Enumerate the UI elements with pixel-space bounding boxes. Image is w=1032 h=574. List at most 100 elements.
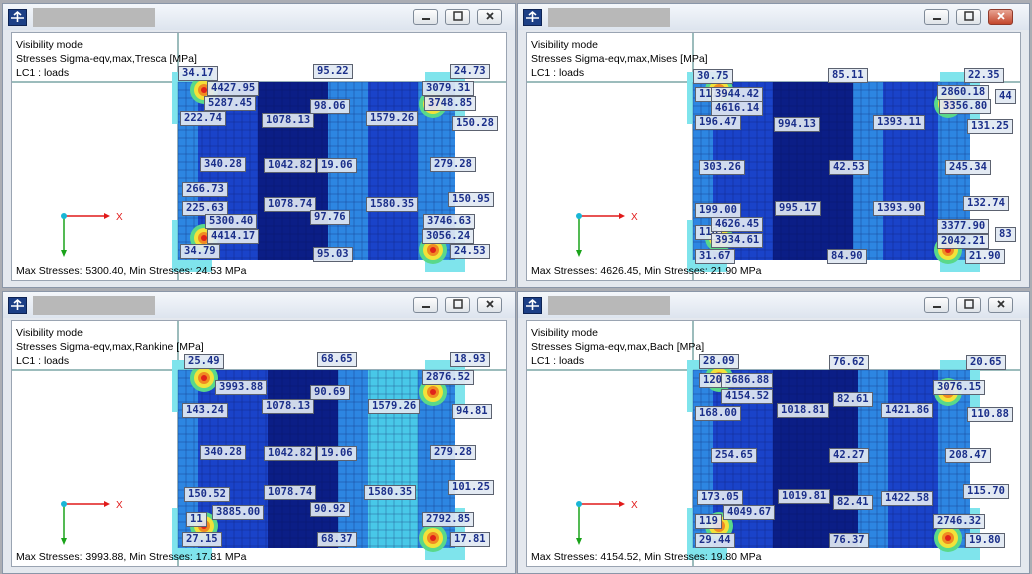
stress-value-label: 101.25: [448, 480, 494, 495]
x-axis-arrowhead: [619, 213, 625, 219]
stress-value-label: 68.37: [317, 532, 357, 547]
minimize-button[interactable]: [924, 297, 949, 313]
window-title-redacted: [33, 296, 155, 315]
title-bar[interactable]: [518, 292, 1029, 318]
stress-value-label: 150.52: [184, 487, 230, 502]
x-axis-label: X: [116, 500, 123, 511]
stress-value-label: 1580.35: [366, 197, 419, 212]
stress-value-label: 82.61: [833, 392, 873, 407]
stress-value-label: 24.73: [450, 64, 490, 79]
stress-value-label: 1078.13: [262, 113, 315, 128]
window-bach[interactable]: X Visibility mode Stresses Sigma-eqv,max…: [517, 291, 1030, 574]
origin-marker: [61, 501, 67, 507]
info-load-case: LC1 : loads: [16, 355, 70, 367]
title-bar[interactable]: [3, 292, 515, 318]
stress-value-label: 3076.15: [933, 380, 986, 395]
y-axis-arrowhead: [576, 250, 582, 257]
stress-value-label: 245.34: [945, 160, 991, 175]
stress-value-label: 4049.67: [723, 505, 776, 520]
info-load-case: LC1 : loads: [16, 67, 70, 79]
info-visibility-mode: Visibility mode: [16, 39, 83, 51]
minimize-icon: [421, 18, 430, 20]
origin-marker: [61, 213, 67, 219]
close-button[interactable]: [477, 9, 502, 25]
x-axis-label: X: [631, 212, 638, 223]
stress-value-label: 2860.18: [937, 85, 990, 100]
stress-value-label: 22.35: [964, 68, 1004, 83]
info-visibility-mode: Visibility mode: [16, 327, 83, 339]
stress-value-label: 34.79: [180, 244, 220, 259]
status-max-min-stresses: Max Stresses: 4154.52, Min Stresses: 19.…: [531, 551, 762, 563]
minimize-button[interactable]: [413, 9, 438, 25]
stress-value-label: 68.65: [317, 352, 357, 367]
stress-value-label: 11: [186, 512, 207, 527]
close-button[interactable]: [988, 9, 1013, 25]
stress-value-label: 132.74: [963, 196, 1009, 211]
stress-value-label: 196.47: [695, 115, 741, 130]
viewport[interactable]: X Visibility mode Stresses Sigma-eqv,max…: [526, 32, 1021, 281]
viewport[interactable]: X Visibility mode Stresses Sigma-eqv,max…: [11, 320, 507, 567]
info-load-case: LC1 : loads: [531, 355, 585, 367]
maximize-button[interactable]: [445, 297, 470, 313]
contour-band: [883, 82, 938, 260]
stress-value-label: 1078.74: [264, 197, 317, 212]
minimize-button[interactable]: [924, 9, 949, 25]
stress-value-label: 76.62: [829, 355, 869, 370]
stress-plot[interactable]: X: [527, 321, 1021, 567]
x-axis-arrowhead: [104, 213, 110, 219]
maximize-button[interactable]: [445, 9, 470, 25]
stress-value-label: 150.28: [452, 116, 498, 131]
stress-value-label: 94.81: [452, 404, 492, 419]
stress-value-label: 4154.52: [721, 389, 774, 404]
stress-value-label: 18.93: [450, 352, 490, 367]
window-mises[interactable]: X Visibility mode Stresses Sigma-eqv,max…: [517, 3, 1030, 288]
stress-value-label: 1019.81: [778, 489, 831, 504]
stress-value-label: 266.73: [182, 182, 228, 197]
stress-value-label: 83: [995, 227, 1016, 242]
stress-value-label: 95.03: [313, 247, 353, 262]
viewport[interactable]: X Visibility mode Stresses Sigma-eqv,max…: [11, 32, 507, 281]
info-visibility-mode: Visibility mode: [531, 39, 598, 51]
stress-contour-ring: [430, 535, 436, 541]
close-button[interactable]: [988, 297, 1013, 313]
x-axis-arrowhead: [104, 501, 110, 507]
stress-value-label: 28.09: [699, 354, 739, 369]
info-visibility-mode: Visibility mode: [531, 327, 598, 339]
title-bar[interactable]: [3, 4, 515, 30]
stress-value-label: 42.27: [829, 448, 869, 463]
minimize-button[interactable]: [413, 297, 438, 313]
stress-value-label: 2746.32: [933, 514, 986, 529]
close-button[interactable]: [477, 297, 502, 313]
stress-value-label: 1580.35: [364, 485, 417, 500]
stress-contour-ring: [201, 375, 207, 381]
stress-value-label: 994.13: [774, 117, 820, 132]
window-tresca[interactable]: X Visibility mode Stresses Sigma-eqv,max…: [2, 3, 516, 288]
stress-contour-ring: [430, 247, 436, 253]
app-logo-icon: [523, 297, 542, 314]
window-rankine[interactable]: X Visibility mode Stresses Sigma-eqv,max…: [2, 291, 516, 574]
stress-value-label: 5300.40: [205, 214, 258, 229]
app-logo-icon: [8, 297, 27, 314]
origin-marker: [576, 501, 582, 507]
stress-value-label: 279.28: [430, 157, 476, 172]
stress-value-label: 98.06: [310, 99, 350, 114]
coordinate-axes: X: [576, 500, 638, 545]
stress-value-label: 199.00: [695, 203, 741, 218]
stress-value-label: 90.69: [310, 385, 350, 400]
maximize-button[interactable]: [956, 9, 981, 25]
close-icon: [485, 12, 494, 20]
stress-value-label: 29.44: [695, 533, 735, 548]
stress-value-label: 19.80: [965, 533, 1005, 548]
x-axis-label: X: [116, 212, 123, 223]
viewport[interactable]: X Visibility mode Stresses Sigma-eqv,max…: [526, 320, 1021, 567]
info-stress-type: Stresses Sigma-eqv,max,Tresca [MPa]: [16, 53, 197, 65]
stress-value-label: 3079.31: [422, 81, 475, 96]
stress-value-label: 1042.82: [264, 446, 317, 461]
maximize-button[interactable]: [956, 297, 981, 313]
stress-value-label: 84.90: [827, 249, 867, 264]
stress-value-label: 4427.95: [207, 81, 260, 96]
title-bar[interactable]: [518, 4, 1029, 30]
stress-plot[interactable]: X: [12, 321, 507, 567]
stress-value-label: 19.06: [317, 446, 357, 461]
stress-value-label: 131.25: [967, 119, 1013, 134]
